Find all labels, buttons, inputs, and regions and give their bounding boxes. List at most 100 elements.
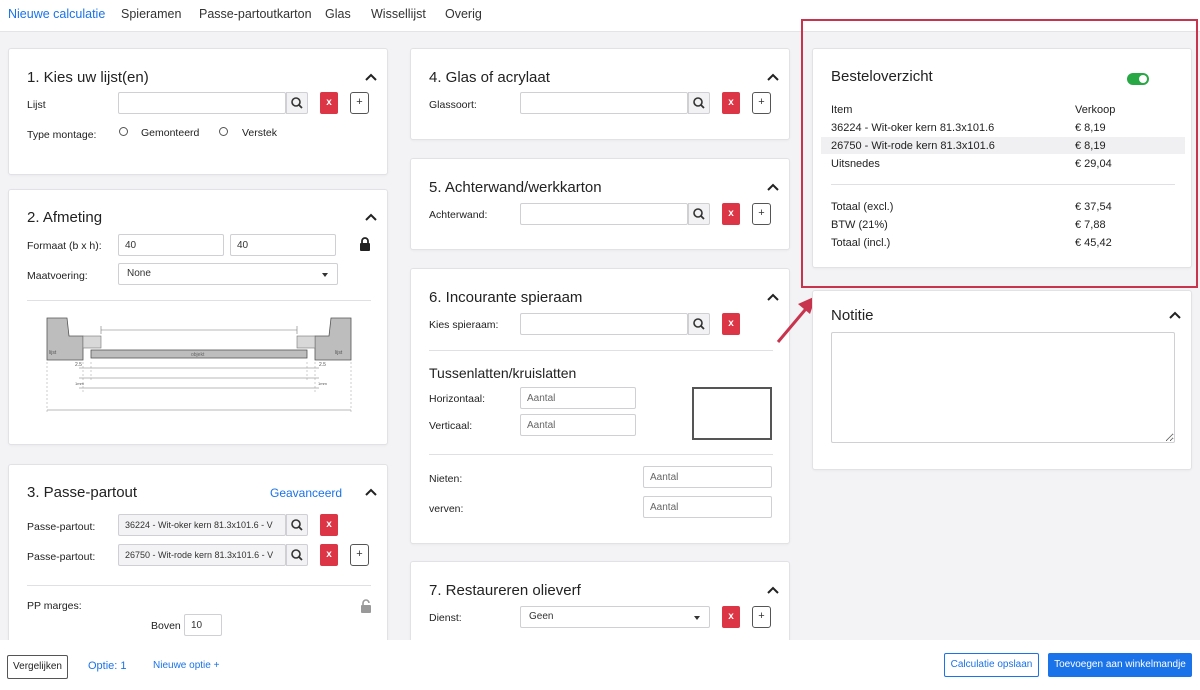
chevron-up-icon[interactable]: [766, 72, 780, 82]
object-label: objekt: [191, 352, 205, 358]
achterwand-input[interactable]: [520, 203, 688, 225]
card-title: 5. Achterwand/werkkarton: [429, 179, 602, 196]
card-title: 4. Glas of acrylaat: [429, 69, 550, 86]
dienst-select[interactable]: Geen: [520, 606, 710, 628]
search-icon: [693, 318, 705, 330]
achterwand-search-button[interactable]: [688, 203, 710, 225]
pp1-search-button[interactable]: [286, 514, 308, 536]
nieten-label: Nieten:: [429, 473, 463, 485]
search-icon: [693, 97, 705, 109]
chevron-up-icon[interactable]: [1168, 310, 1182, 320]
achterwand-label: Achterwand:: [429, 209, 488, 221]
glassoort-input[interactable]: [520, 92, 688, 114]
lock-icon[interactable]: [358, 236, 372, 252]
mm-right-label: 1mm: [318, 381, 328, 386]
radio-verstek[interactable]: [219, 127, 228, 136]
card-title: 6. Incourante spieraam: [429, 289, 583, 306]
maatvoering-select[interactable]: None: [118, 263, 338, 285]
tab-glas[interactable]: Glas: [325, 7, 351, 21]
maatvoering-label: Maatvoering:: [27, 270, 88, 282]
pp-add-button[interactable]: +: [350, 544, 369, 566]
card-passe-partout: 3. Passe-partout Geavanceerd Passe-parto…: [8, 464, 388, 654]
pp2-search-button[interactable]: [286, 544, 308, 566]
verven-input[interactable]: [643, 496, 772, 518]
pp1-label: Passe-partout:: [27, 521, 96, 533]
lattice-preview: [692, 387, 772, 440]
card-title: 1. Kies uw lijst(en): [27, 69, 149, 86]
lijst-input[interactable]: [118, 92, 286, 114]
chevron-down-icon: [694, 616, 700, 620]
highlight-box: [801, 19, 1198, 288]
search-icon: [693, 208, 705, 220]
lijst-label: Lijst: [27, 99, 46, 111]
nieten-input[interactable]: [643, 466, 772, 488]
card-notitie: Notitie: [812, 290, 1192, 470]
spieraam-search-button[interactable]: [688, 313, 710, 335]
divider: [429, 350, 773, 351]
search-icon: [291, 549, 303, 561]
dienst-remove-button[interactable]: x: [722, 606, 740, 628]
glassoort-remove-button[interactable]: x: [722, 92, 740, 114]
glassoort-search-button[interactable]: [688, 92, 710, 114]
geavanceerd-link[interactable]: Geavanceerd: [270, 486, 342, 500]
spieraam-input[interactable]: [520, 313, 688, 335]
notitie-title: Notitie: [831, 307, 874, 324]
verticaal-label: Verticaal:: [429, 420, 473, 432]
card-kies-lijst: 1. Kies uw lijst(en) Lijst x + Type mont…: [8, 48, 388, 175]
calculatie-opslaan-button[interactable]: Calculatie opslaan: [944, 653, 1039, 677]
nieuwe-optie-link[interactable]: Nieuwe optie +: [153, 660, 219, 671]
achterwand-remove-button[interactable]: x: [722, 203, 740, 225]
width-input[interactable]: [118, 234, 224, 256]
dim-left-label: 2.5: [75, 362, 82, 368]
tab-passe-partoutkarton[interactable]: Passe-partoutkarton: [199, 7, 312, 21]
kies-spieraam-label: Kies spieraam:: [429, 319, 499, 331]
radio-gemonteerd[interactable]: [119, 127, 128, 136]
lijst-left-label: lijst: [49, 350, 57, 356]
notitie-textarea[interactable]: [831, 332, 1175, 443]
unlock-icon[interactable]: [359, 598, 373, 614]
card-title: 3. Passe-partout: [27, 484, 138, 501]
horizontaal-input[interactable]: [520, 387, 636, 409]
lijst-add-button[interactable]: +: [350, 92, 369, 114]
boven-input[interactable]: [184, 614, 222, 636]
dienst-add-button[interactable]: +: [752, 606, 771, 628]
optie-link[interactable]: Optie: 1: [88, 660, 127, 672]
verstek-label: Verstek: [242, 127, 278, 139]
spieraam-remove-button[interactable]: x: [722, 313, 740, 335]
lijst-search-button[interactable]: [286, 92, 308, 114]
tussenlatten-title: Tussenlatten/kruislatten: [429, 365, 577, 381]
verticaal-input[interactable]: [520, 414, 636, 436]
tab-nieuwe-calculatie[interactable]: Nieuwe calculatie: [8, 7, 105, 21]
boven-label: Boven: [151, 620, 181, 632]
card-achterwand: 5. Achterwand/werkkarton Achterwand: x +: [410, 158, 790, 250]
divider: [429, 454, 773, 455]
maatvoering-value: None: [127, 268, 151, 279]
glassoort-add-button[interactable]: +: [752, 92, 771, 114]
bottom-bar: Vergelijken Optie: 1 Nieuwe optie + Calc…: [0, 640, 1200, 690]
pp2-label: Passe-partout:: [27, 551, 96, 563]
chevron-up-icon[interactable]: [766, 182, 780, 192]
lijst-remove-button[interactable]: x: [320, 92, 338, 114]
chevron-up-icon[interactable]: [766, 585, 780, 595]
search-icon: [291, 519, 303, 531]
toevoegen-winkelmandje-button[interactable]: Toevoegen aan winkelmandje: [1048, 653, 1192, 677]
chevron-down-icon: [322, 273, 328, 277]
search-icon: [291, 97, 303, 109]
chevron-up-icon[interactable]: [364, 487, 378, 497]
pp2-remove-button[interactable]: x: [320, 544, 338, 566]
frame-cross-section-diagram: lijst lijst objekt 2.5 2.5 1mm 1mm: [46, 317, 352, 414]
tab-wissellijst[interactable]: Wissellijst: [371, 7, 426, 21]
divider: [27, 585, 371, 586]
dim-right-label: 2.5: [319, 362, 326, 368]
achterwand-add-button[interactable]: +: [752, 203, 771, 225]
height-input[interactable]: [230, 234, 336, 256]
pp2-input[interactable]: [118, 544, 286, 566]
tab-overig[interactable]: Overig: [445, 7, 482, 21]
chevron-up-icon[interactable]: [364, 212, 378, 222]
tab-spieramen[interactable]: Spieramen: [121, 7, 181, 21]
chevron-up-icon[interactable]: [364, 72, 378, 82]
pp1-remove-button[interactable]: x: [320, 514, 338, 536]
vergelijken-button[interactable]: Vergelijken: [7, 655, 68, 679]
pp1-input[interactable]: [118, 514, 286, 536]
pp-marges-label: PP marges:: [27, 600, 82, 612]
